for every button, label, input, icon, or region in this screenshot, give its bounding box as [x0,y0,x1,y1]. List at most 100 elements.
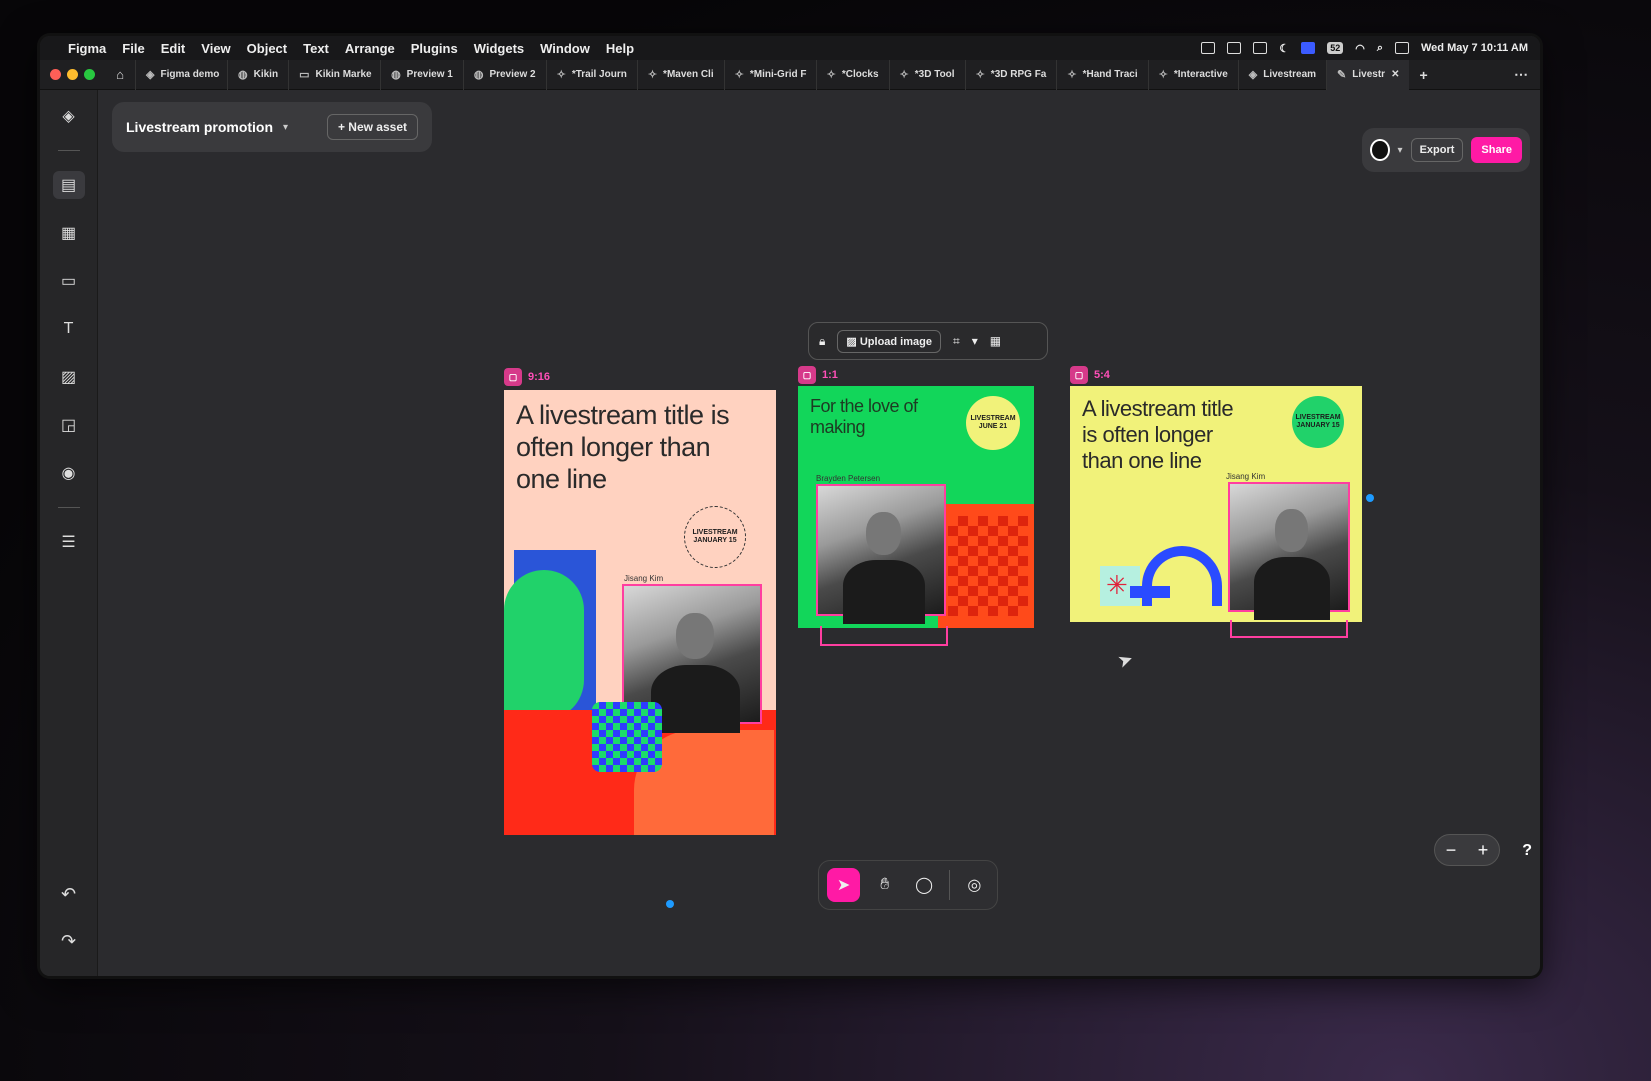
comment-tool-icon[interactable]: ◯ [909,870,938,900]
livestream-badge: LIVESTREAM JANUARY 15 [684,506,746,568]
share-button[interactable]: Share [1471,137,1522,163]
redo-icon[interactable]: ↷ [61,931,76,952]
zoom-out-icon[interactable]: − [1446,840,1457,861]
host-name: Brayden Petersen [816,474,881,483]
undo-icon[interactable]: ↶ [61,884,76,905]
dev-mode-toggle-icon[interactable]: ◎ [960,870,989,900]
tab-figma-demo[interactable]: ◈ Figma demo [135,59,227,90]
close-window-button[interactable] [50,69,61,80]
frame-label-54[interactable]: ▢ 5:4 [1070,366,1110,384]
tab-trail-journ[interactable]: ✧ *Trail Journ [545,59,637,90]
host-photo[interactable] [816,484,946,625]
wifi-icon[interactable]: ◠ [1355,42,1365,55]
plugin-icon[interactable]: ◉ [53,459,85,487]
menu-file[interactable]: File [122,41,144,56]
table-icon[interactable]: ☰ [53,528,85,556]
menubar: Figma File Edit View Object Text Arrange… [40,36,1540,60]
figma-status-icon[interactable] [1201,42,1216,54]
menu-object[interactable]: Object [247,41,287,56]
tab-preview-2[interactable]: ◍ Preview 2 [462,59,546,90]
clock[interactable]: Wed May 7 10:11 AM [1421,42,1528,54]
new-asset-label: New asset [348,120,407,134]
help-icon[interactable]: ? [1522,842,1532,860]
new-tab-icon[interactable]: + [1409,67,1437,83]
photo-head [1274,509,1308,553]
tab-3d-tool[interactable]: ✧ *3D Tool [888,59,965,90]
lock-icon[interactable]: 🔒︎ [819,334,825,349]
tab-label: *Mini-Grid F [749,69,807,80]
frame-icon[interactable]: ▭ [53,267,85,295]
figma-menu-icon[interactable]: ◈ [53,102,85,130]
tab-hand-traci[interactable]: ✧ *Hand Traci [1056,59,1147,90]
figma-status-icon-2[interactable] [1227,42,1242,54]
menu-text[interactable]: Text [303,41,329,56]
figma-icon: ◈ [146,69,155,81]
menu-arrange[interactable]: Arrange [345,41,395,56]
frame-title[interactable]: A livestream title is often longer than … [516,400,756,496]
menu-app[interactable]: Figma [68,41,106,56]
assets-grid-icon[interactable]: ▦ [53,219,85,247]
tab-kikin-marke[interactable]: ▭ Kikin Marke [288,59,380,90]
host-name: Jisang Kim [1226,472,1266,481]
asterisk-icon: ✳ [1106,570,1128,600]
tab-kikin[interactable]: ◍ Kikin [227,59,288,90]
window-controls [40,69,105,80]
moon-icon[interactable]: ☾ [1279,42,1289,55]
zoom-in-icon[interactable]: + [1478,840,1489,861]
image-icon[interactable]: ▨ [53,363,85,391]
chevron-down-icon[interactable]: ▾ [972,334,978,348]
chevron-down-icon[interactable]: ▾ [283,122,288,133]
text-icon[interactable]: T [53,315,85,343]
tab-livestream[interactable]: ◈ Livestream [1237,59,1326,90]
export-button[interactable]: Export [1410,138,1464,162]
upload-image-button[interactable]: ▨ Upload image [837,329,941,353]
hand-tool-icon[interactable]: ✋︎ [870,870,899,900]
menu-view[interactable]: View [201,41,230,56]
menu-edit[interactable]: Edit [161,41,186,56]
tab-maven-cli[interactable]: ✧ *Maven Cli [636,59,724,90]
maximize-window-button[interactable] [84,69,95,80]
menu-plugins[interactable]: Plugins [411,41,458,56]
chevron-down-icon[interactable]: ▾ [1398,145,1403,156]
tab-label: *Trail Journ [571,69,627,80]
move-tool-icon[interactable]: ➤ [827,868,861,902]
tab-clocks[interactable]: ✧ *Clocks [815,59,889,90]
tab-livestr-active[interactable]: ✎ Livestr ✕ [1326,59,1410,90]
control-center-icon[interactable] [1395,42,1409,54]
screen-mirror-icon[interactable] [1301,42,1316,54]
close-tab-icon[interactable]: ✕ [1391,69,1399,80]
shapes-icon[interactable]: ◲ [53,411,85,439]
frame-label-11[interactable]: ▢ 1:1 [798,366,838,384]
avatar[interactable] [1370,139,1390,161]
frame-label-916[interactable]: ▢ 9:16 [504,368,550,386]
asset-title[interactable]: Livestream promotion [126,119,273,135]
tab-3d-rpg[interactable]: ✧ *3D RPG Fa [964,59,1057,90]
tab-interactive[interactable]: ✧ *Interactive [1147,59,1238,90]
frame-9-16[interactable]: A livestream title is often longer than … [504,390,776,835]
home-icon[interactable]: ⌂ [105,67,135,82]
battery-icon[interactable]: 52 [1327,42,1344,54]
crop-icon[interactable]: ⌗ [953,334,960,349]
tab-mini-grid[interactable]: ✧ *Mini-Grid F [723,59,816,90]
tab-label: *Hand Traci [1082,69,1138,80]
host-photo[interactable] [1228,482,1350,621]
menu-window[interactable]: Window [540,41,590,56]
frame-5-4[interactable]: A livestream title is often longer than … [1070,386,1362,622]
grid-icon[interactable]: ▦ [990,334,1001,348]
plus-icon: + [337,120,349,134]
frame-title[interactable]: A livestream title is often longer than … [1082,396,1252,474]
frame-1-1[interactable]: For the love of making LIVESTREAM JUNE 2… [798,386,1034,628]
layers-icon[interactable]: ▤ [52,171,85,199]
search-icon[interactable]: ⌕ [1377,42,1383,55]
canvas[interactable]: 🔒︎ ▨ Upload image ⌗ ▾ ▦ ▢ 9:16 A livestr… [98,90,1540,976]
cursor-icon: ➤ [1114,648,1136,673]
tab-preview-1[interactable]: ◍ Preview 1 [380,59,463,90]
menu-widgets[interactable]: Widgets [474,41,524,56]
minimize-window-button[interactable] [67,69,78,80]
new-asset-button[interactable]: + New asset [326,114,418,140]
grid-status-icon[interactable] [1253,42,1268,54]
frame-title[interactable]: For the love of making [810,396,950,438]
more-icon[interactable]: ⋯ [1502,66,1540,83]
menu-help[interactable]: Help [606,41,634,56]
photo-body [843,560,926,625]
